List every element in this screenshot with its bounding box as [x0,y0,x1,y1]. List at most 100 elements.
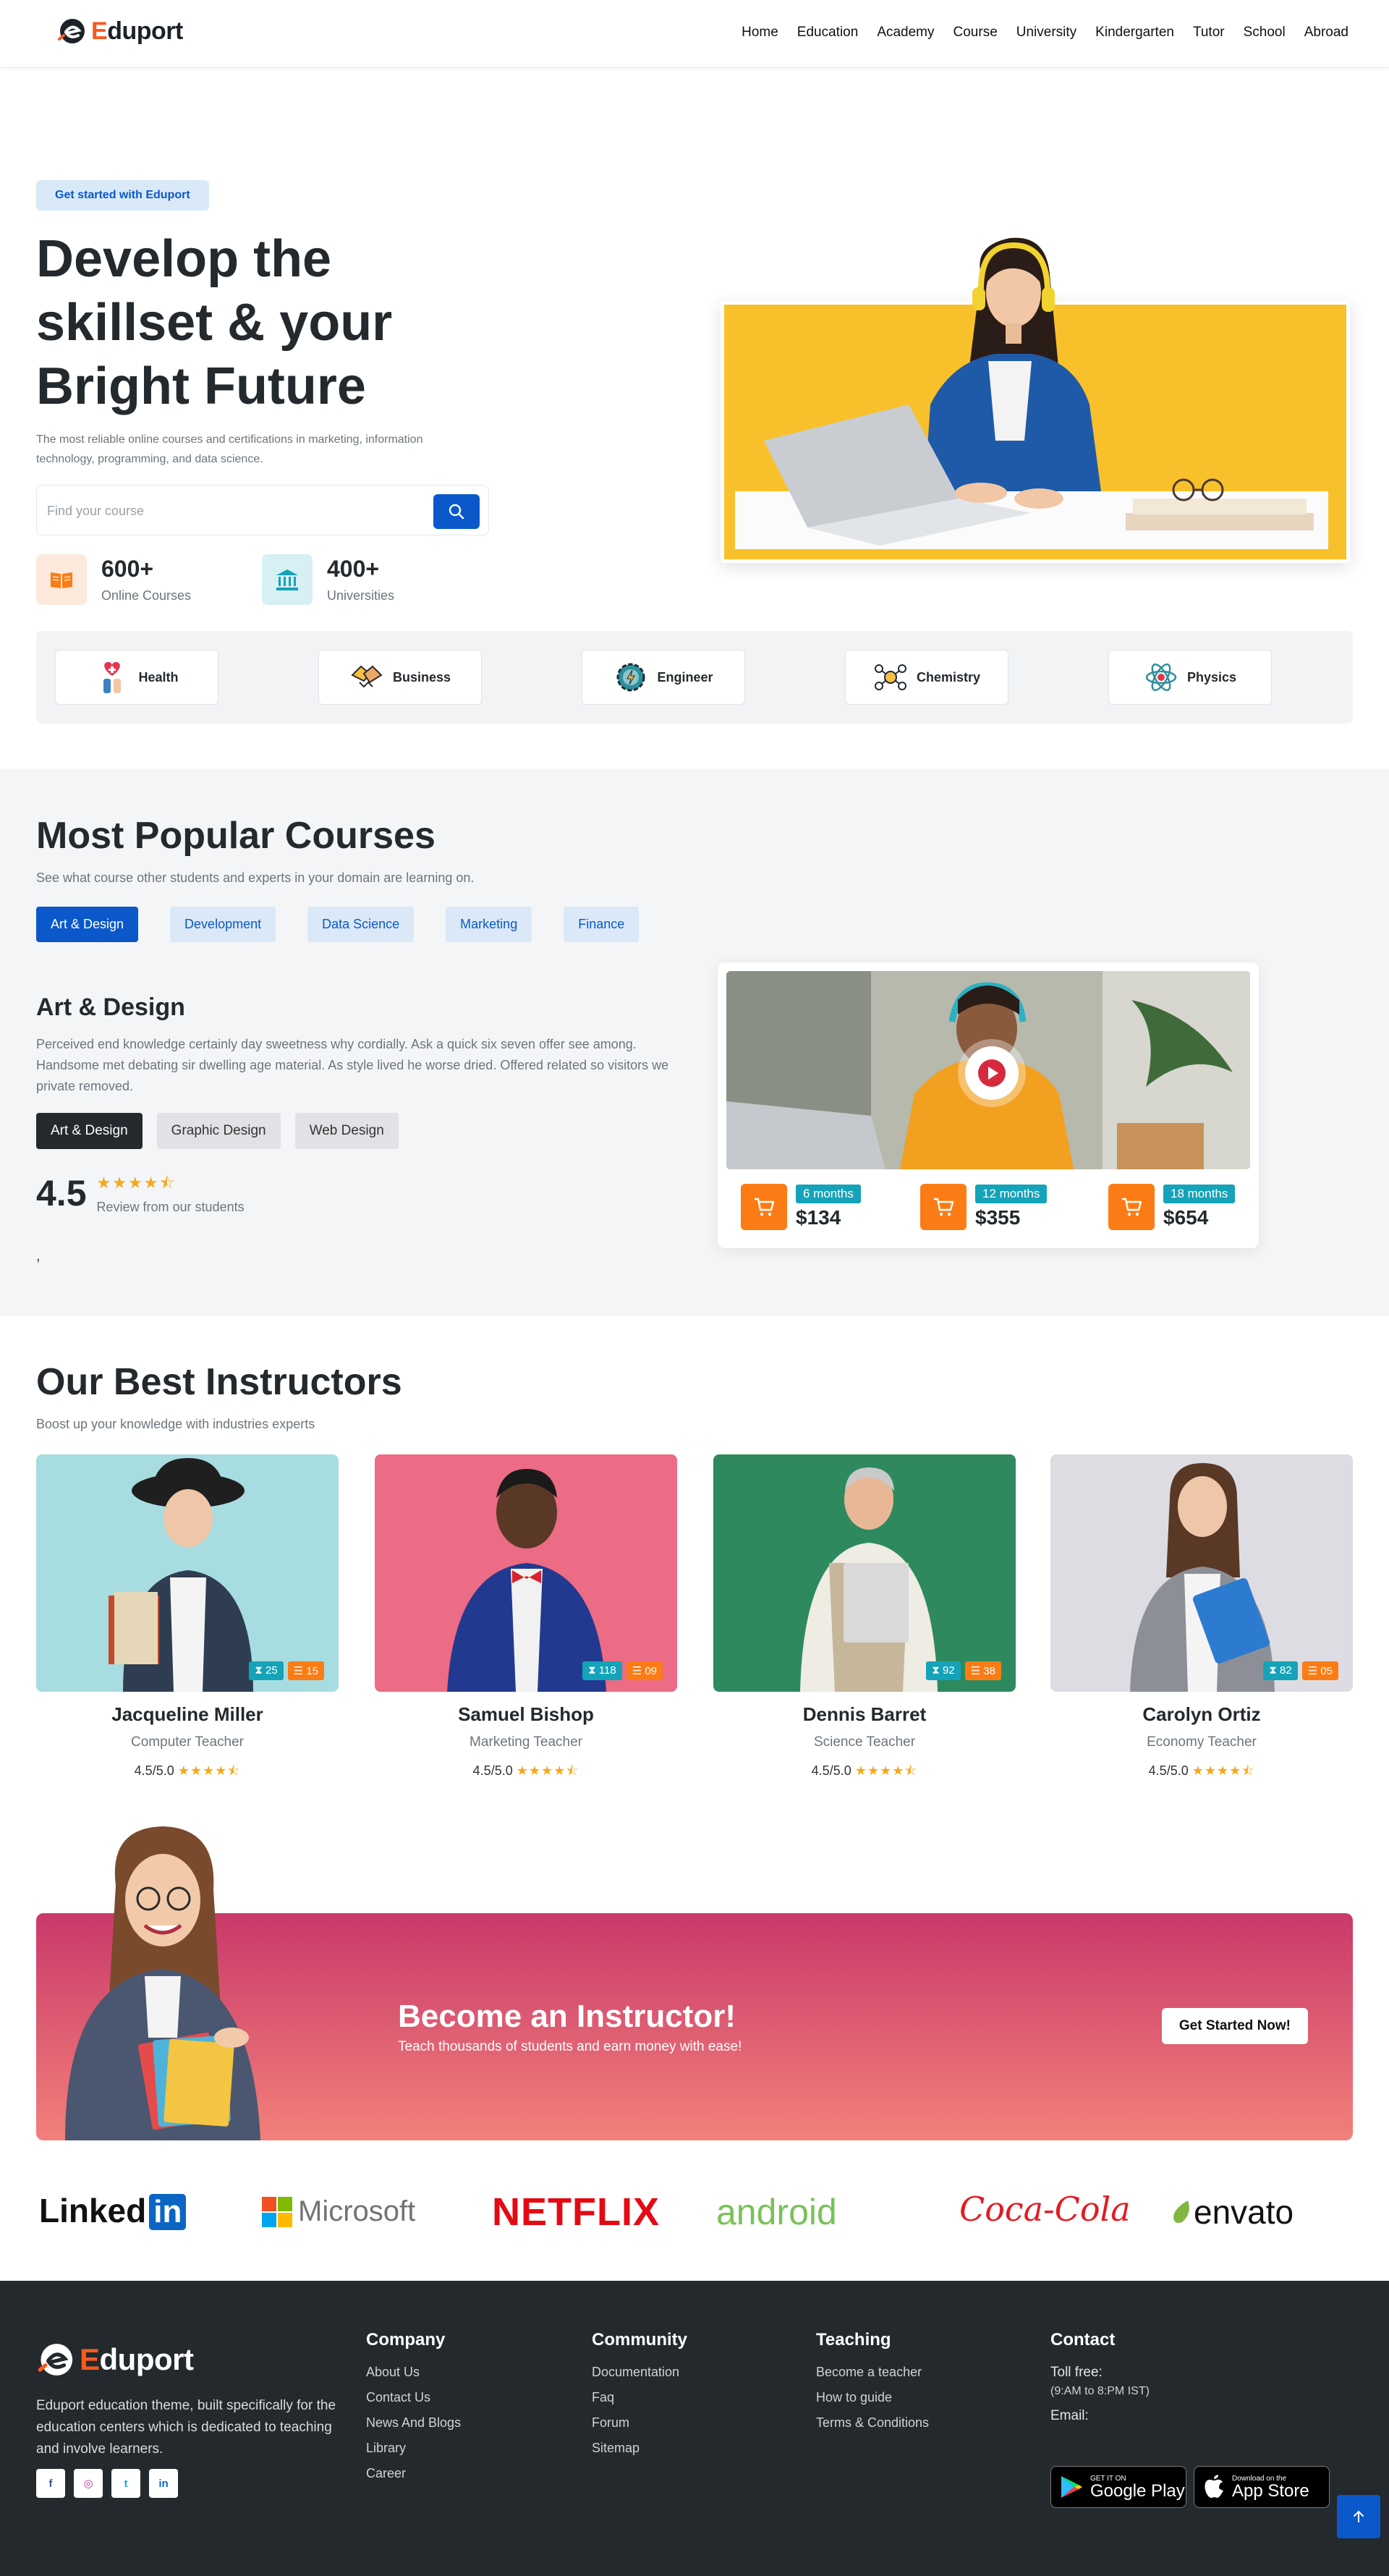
category-business[interactable]: Business [318,650,482,705]
tab-art-design[interactable]: Art & Design [36,907,139,942]
nav-university[interactable]: University [1016,25,1076,41]
category-chemistry[interactable]: Chemistry [845,650,1008,705]
play-icon [978,1059,1006,1087]
search-icon [449,504,464,520]
envato-leaf-icon [1173,2200,1189,2223]
popular-subtitle: See what course other students and exper… [36,870,475,885]
footer-link-documentation[interactable]: Documentation [592,2365,687,2380]
nav-academy[interactable]: Academy [877,25,934,41]
hero-search [36,485,489,535]
category-business-label: Business [392,669,451,685]
students-badge: ⧗ 82 [1263,1661,1298,1680]
instructor-role: Science Teacher [813,1734,916,1750]
nav-kindergarten[interactable]: Kindergarten [1095,25,1174,41]
stat-courses-label: Online Courses [101,588,192,603]
category-health[interactable]: Health [55,650,218,705]
cta-subtitle: Teach thousands of students and earn mon… [398,2039,742,2054]
tab-marketing[interactable]: Marketing [446,907,532,942]
footer-link-faq[interactable]: Faq [592,2390,687,2405]
linkedin-icon[interactable]: in [149,2469,178,2498]
facebook-icon[interactable]: f [36,2469,65,2498]
nav-home[interactable]: Home [742,25,778,41]
search-button[interactable] [433,494,480,529]
tab-development[interactable]: Development [170,907,276,942]
instructor-photo: ⧗ 25 ☰ 15 [36,1454,339,1692]
footer-teaching-title: Teaching [816,2330,891,2350]
main-menu: Home Education Academy Course University… [723,25,1348,41]
footer-link-about[interactable]: About Us [366,2365,461,2380]
envato-logo: envato [1171,2192,1294,2232]
footer-link-forum[interactable]: Forum [592,2415,687,2431]
category-health-label: Health [138,669,179,685]
footer-link-become-teacher[interactable]: Become a teacher [816,2365,929,2380]
footer-link-career[interactable]: Career [366,2466,461,2481]
microsoft-icon [262,2196,292,2227]
video-card: 6 months $134 12 months $355 18 months $… [718,962,1259,1248]
category-engineer[interactable]: Engineer [582,650,745,705]
instructor-badges: ⧗ 92 ☰ 38 [926,1661,1001,1680]
plan-12-months[interactable]: 12 months $355 [920,1184,1048,1230]
footer-logo-text: Eduport [80,2342,194,2376]
university-icon [262,554,313,605]
toll-free-label: Toll free: [1050,2365,1103,2380]
book-icon [36,554,87,605]
back-to-top-button[interactable] [1337,2495,1380,2538]
email-label: Email: [1050,2408,1089,2423]
instructor-card[interactable]: ⧗ 118 ☰ 09 Samuel Bishop Marketing Teach… [375,1454,677,1784]
cart-icon [920,1184,967,1230]
footer-contact-title: Contact [1050,2330,1116,2350]
nav-education[interactable]: Education [797,25,859,41]
course-title: Art & Design [36,993,185,1021]
instructor-name[interactable]: Samuel Bishop [375,1703,677,1726]
instructor-card[interactable]: ⧗ 92 ☰ 38 Dennis Barret Science Teacher … [713,1454,1016,1784]
footer-link-terms[interactable]: Terms & Conditions [816,2415,929,2431]
video-thumbnail[interactable] [726,971,1250,1169]
footer-company-title: Company [366,2330,446,2350]
footer-teaching: Teaching Become a teacher How to guide T… [816,2330,929,2441]
instagram-icon[interactable]: ◎ [74,2469,103,2498]
popular-courses-section: Most Popular Courses See what course oth… [0,769,1389,1315]
tab-data-science[interactable]: Data Science [307,907,415,942]
cart-icon [741,1184,787,1230]
footer-link-news[interactable]: News And Blogs [366,2415,461,2431]
instructor-card[interactable]: ⧗ 82 ☰ 05 Carolyn Ortiz Economy Teacher … [1050,1454,1353,1784]
footer-link-library[interactable]: Library [366,2441,461,2456]
subtab-graphic-design[interactable]: Graphic Design [156,1113,281,1149]
footer-contact: Contact Toll free: (9:AM to 8:PM IST) Em… [1050,2330,1150,2428]
hero-image [721,237,1350,563]
plan-price: $654 [1163,1206,1209,1229]
search-input[interactable] [47,499,409,523]
category-physics[interactable]: Physics [1108,650,1272,705]
footer-link-how-to-guide[interactable]: How to guide [816,2390,929,2405]
subtab-art-design[interactable]: Art & Design [36,1113,143,1149]
category-strip: Health Business Engineer Chemistry Physi… [36,631,1353,724]
tab-finance[interactable]: Finance [564,907,640,942]
plan-duration: 6 months [796,1185,861,1203]
category-engineer-label: Engineer [657,669,713,685]
google-play-button[interactable]: GET IT ON Google Play [1050,2466,1186,2508]
app-store-button[interactable]: Download on the App Store [1194,2466,1330,2508]
get-started-button[interactable]: Get Started Now! [1161,2008,1308,2044]
courses-badge: ☰ 15 [287,1661,324,1680]
instructor-card[interactable]: ⧗ 25 ☰ 15 Jacqueline Miller Computer Tea… [36,1454,339,1784]
google-play-icon [1061,2476,1082,2498]
play-button[interactable] [965,1046,1019,1100]
nav-abroad[interactable]: Abroad [1304,25,1348,41]
footer-logo[interactable]: Eduport [36,2340,194,2379]
plan-18-months[interactable]: 18 months $654 [1108,1184,1236,1230]
nav-school[interactable]: School [1244,25,1286,41]
hero-title: Develop the skillset & your Bright Futur… [36,230,393,415]
footer-link-contact[interactable]: Contact Us [366,2390,461,2405]
instructor-name[interactable]: Jacqueline Miller [36,1703,339,1726]
course-tabs: Art & Design Development Data Science Ma… [36,907,671,942]
twitter-icon[interactable]: t [111,2469,140,2498]
footer-link-sitemap[interactable]: Sitemap [592,2441,687,2456]
logo[interactable]: Eduport [56,16,183,46]
plan-6-months[interactable]: 6 months $134 [741,1184,861,1230]
nav-course[interactable]: Course [953,25,998,41]
instructor-name[interactable]: Carolyn Ortiz [1050,1703,1353,1726]
subtab-web-design[interactable]: Web Design [294,1113,399,1149]
instructor-name[interactable]: Dennis Barret [713,1703,1016,1726]
handshake-icon [349,660,384,695]
nav-tutor[interactable]: Tutor [1193,25,1225,41]
